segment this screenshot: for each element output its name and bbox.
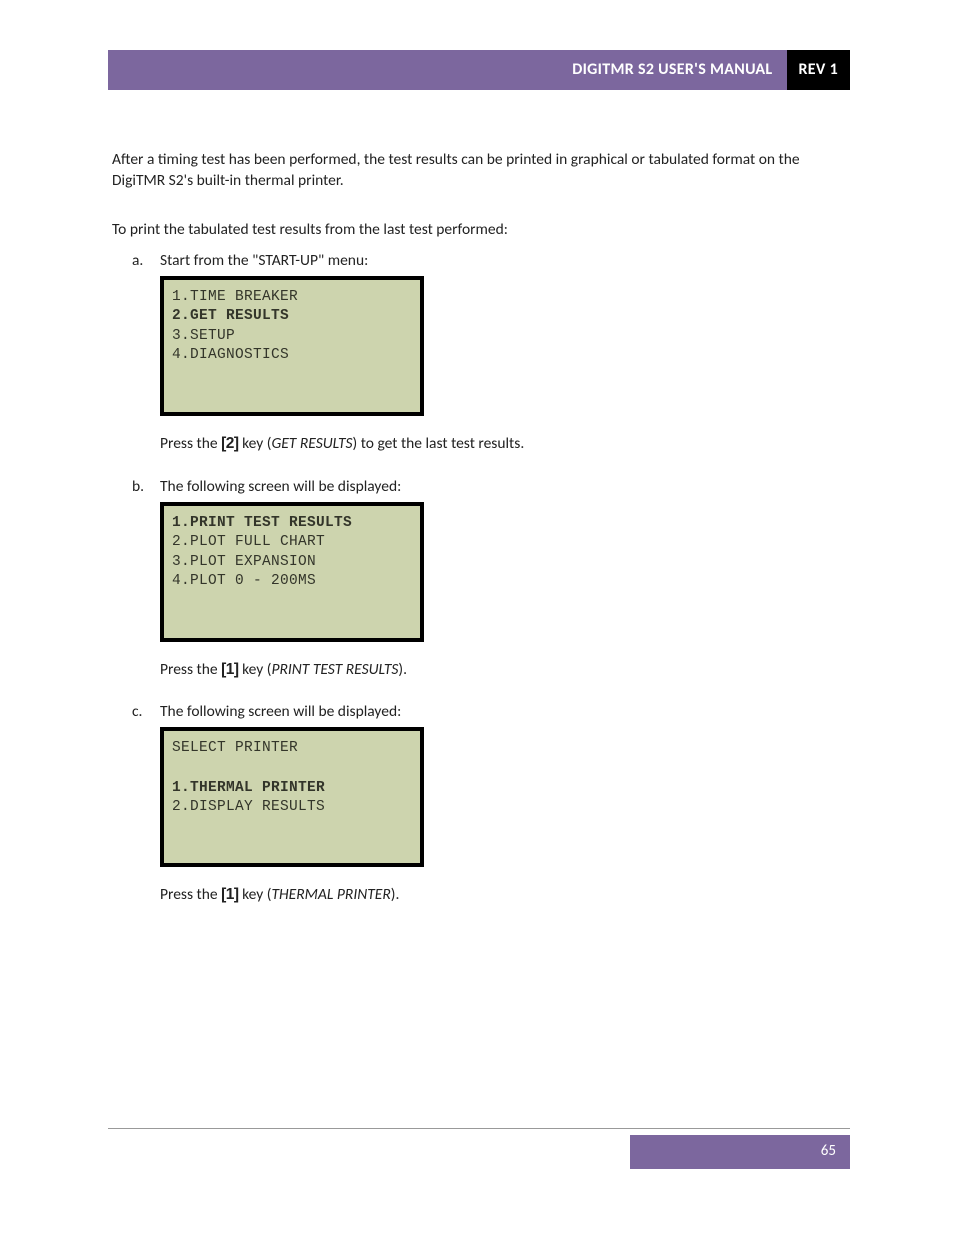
lcd-line: 1.THERMAL PRINTER [172, 780, 325, 796]
text: Press the [160, 434, 221, 453]
step-b: b. The following screen will be displaye… [132, 477, 850, 695]
lcd-line: 4.DIAGNOSTICS [172, 347, 289, 363]
page-footer: 65 [108, 1128, 850, 1169]
lcd-line: 2.GET RESULTS [172, 308, 289, 324]
text: Press the [160, 885, 221, 904]
step-c: c. The following screen will be displaye… [132, 702, 850, 920]
lcd-line: 2.DISPLAY RESULTS [172, 799, 325, 815]
step-content: The following screen will be displayed: … [160, 702, 850, 920]
step-marker: a. [132, 251, 160, 469]
intro-paragraph: After a timing test has been performed, … [112, 150, 846, 192]
text: key ( [239, 434, 272, 453]
footer-spacer [108, 1135, 630, 1169]
page-number: 65 [630, 1135, 850, 1169]
lcd-screen-startup: 1.TIME BREAKER 2.GET RESULTS 3.SETUP 4.D… [160, 276, 424, 416]
header-bar: DIGITMR S2 USER'S MANUAL REV 1 [108, 50, 850, 90]
keycap: [2] [221, 435, 238, 452]
menu-ref: GET RESULTS [271, 434, 352, 453]
step-instruction: Press the [1] key (PRINT TEST RESULTS). [160, 660, 850, 681]
text: key ( [239, 885, 272, 904]
step-prompt: The following screen will be displayed: [160, 702, 850, 723]
step-prompt: Start from the "START-UP" menu: [160, 251, 850, 272]
lcd-screen-printer: SELECT PRINTER 1.THERMAL PRINTER 2.DISPL… [160, 727, 424, 867]
lcd-line: 1.TIME BREAKER [172, 289, 298, 305]
lcd-line: 3.PLOT EXPANSION [172, 554, 316, 570]
step-marker: c. [132, 702, 160, 920]
lcd-line: 1.PRINT TEST RESULTS [172, 515, 352, 531]
text: ). [398, 660, 407, 679]
page-content: DIGITMR S2 USER'S MANUAL REV 1 After a t… [108, 50, 850, 928]
lead-sentence: To print the tabulated test results from… [112, 220, 846, 241]
step-content: Start from the "START-UP" menu: 1.TIME B… [160, 251, 850, 469]
lcd-screen-results: 1.PRINT TEST RESULTS 2.PLOT FULL CHART 3… [160, 502, 424, 642]
lcd-line: SELECT PRINTER [172, 740, 298, 756]
lcd-line: 4.PLOT 0 - 200MS [172, 573, 316, 589]
keycap: [1] [221, 886, 238, 903]
text: ) to get the last test results. [353, 434, 525, 453]
text: key ( [239, 660, 272, 679]
text: Press the [160, 660, 221, 679]
lcd-line: 2.PLOT FULL CHART [172, 534, 325, 550]
footer-bar: 65 [108, 1135, 850, 1169]
menu-ref: PRINT TEST RESULTS [271, 660, 398, 679]
step-content: The following screen will be displayed: … [160, 477, 850, 695]
keycap: [1] [221, 661, 238, 678]
text: ). [391, 885, 400, 904]
step-instruction: Press the [1] key (THERMAL PRINTER). [160, 885, 850, 906]
lcd-line: 3.SETUP [172, 328, 235, 344]
footer-rule [108, 1128, 850, 1129]
step-a: a. Start from the "START-UP" menu: 1.TIM… [132, 251, 850, 469]
header-title: DIGITMR S2 USER'S MANUAL [108, 50, 787, 90]
step-marker: b. [132, 477, 160, 695]
menu-ref: THERMAL PRINTER [271, 885, 390, 904]
step-prompt: The following screen will be displayed: [160, 477, 850, 498]
ordered-steps: a. Start from the "START-UP" menu: 1.TIM… [132, 251, 850, 921]
header-rev: REV 1 [787, 50, 851, 90]
step-instruction: Press the [2] key (GET RESULTS) to get t… [160, 434, 850, 455]
